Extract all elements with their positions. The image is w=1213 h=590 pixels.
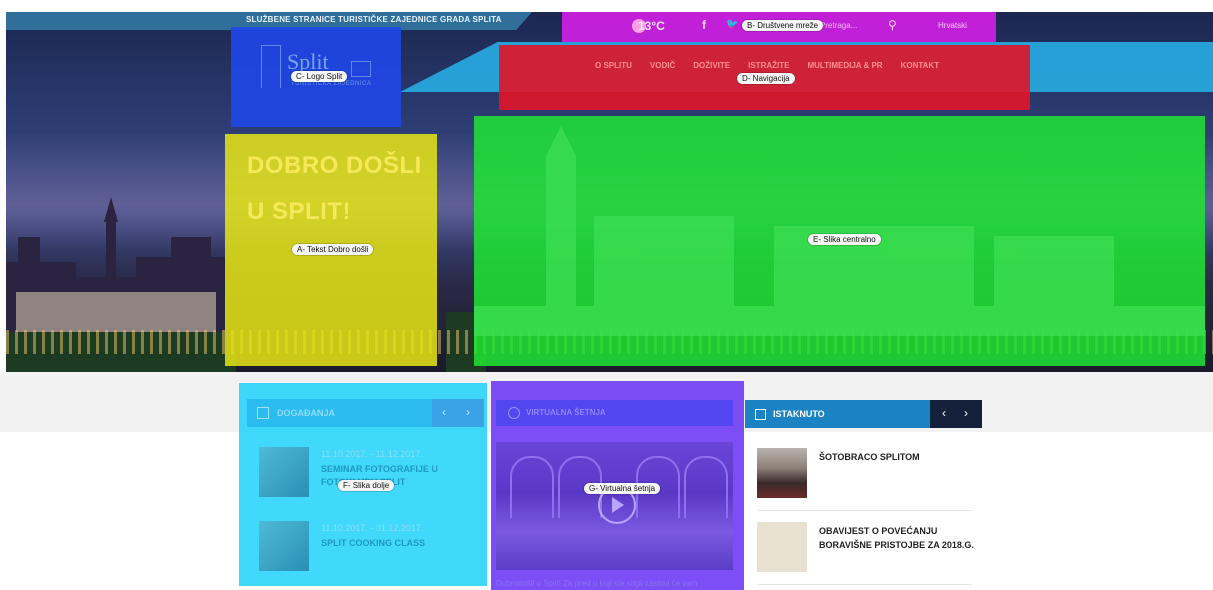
region-tag-events: F- Slika dolje: [338, 480, 395, 491]
virtual-tour-panorama[interactable]: [496, 442, 733, 570]
language-selector[interactable]: Hrvatski: [938, 21, 967, 30]
event-title[interactable]: SPLIT COOKING CLASS: [321, 537, 471, 550]
events-header: DOGAĐANJA ‹ ›: [247, 399, 484, 427]
nav-item-o-splitu[interactable]: O SPLITU: [595, 61, 632, 70]
divider: [757, 510, 972, 511]
featured-thumbnail[interactable]: [757, 448, 807, 498]
region-tag-navigation: D- Navigacija: [737, 73, 795, 84]
search-input[interactable]: Pretraga...: [820, 21, 857, 30]
nav-item-dozivite[interactable]: DOŽIVITE: [693, 61, 730, 70]
region-tag-central: E- Slika centralno: [808, 234, 881, 245]
virtual-tour-header: VIRTUALNA ŠETNJA: [496, 400, 733, 426]
nav-item-multimedija[interactable]: MULTIMEDIJA & PR: [807, 61, 882, 70]
event-thumbnail[interactable]: [259, 521, 309, 571]
search-icon[interactable]: ⚲: [888, 18, 897, 32]
events-next-button[interactable]: ›: [466, 405, 470, 419]
facebook-icon[interactable]: f: [702, 18, 706, 32]
globe-icon: [508, 407, 520, 419]
main-navigation: O SPLITU VODIČ DOŽIVITE ISTRAŽITE MULTIM…: [499, 45, 1030, 110]
featured-header: ISTAKNUTO: [745, 400, 930, 428]
featured-carousel-controls: ‹ ›: [930, 400, 982, 428]
logo-region[interactable]: Split TURISTIČKA ZAJEDNICA C- Logo Split: [231, 27, 401, 127]
nav-item-vodic[interactable]: VODIČ: [650, 61, 675, 70]
virtual-tour-widget: VIRTUALNA ŠETNJA Dobrodošli u Split! Za …: [491, 381, 744, 590]
central-image-region: E- Slika centralno: [474, 116, 1205, 366]
divider: [757, 584, 972, 585]
welcome-text-region: DOBRO DOŠLI U SPLIT! A- Tekst Dobro došl…: [225, 134, 437, 366]
event-date: 11.10.2017. - 31.12.2017.: [321, 523, 424, 533]
featured-next-button[interactable]: ›: [964, 406, 968, 420]
events-title: DOGAĐANJA: [277, 408, 336, 418]
event-date: 11.10.2017. - 11.12.2017.: [321, 449, 423, 459]
region-tag-social: B- Društvene mreže: [742, 20, 824, 31]
events-widget: DOGAĐANJA ‹ › 11.10.2017. - 11.12.2017. …: [239, 383, 487, 586]
welcome-heading-line1: DOBRO DOŠLI: [247, 152, 422, 179]
featured-widget: ISTAKNUTO ‹ › ŠOTOBRACO SPLITOM OBAVIJES…: [745, 400, 982, 590]
calendar-icon: [257, 407, 269, 419]
region-tag-logo: C- Logo Split: [291, 71, 348, 82]
featured-prev-button[interactable]: ‹: [942, 406, 946, 420]
virtual-tour-title: VIRTUALNA ŠETNJA: [526, 408, 606, 417]
arch-shape: [684, 456, 728, 518]
unesco-icon: [351, 61, 371, 77]
arch-shape: [510, 456, 554, 518]
welcome-heading-line2: U SPLIT!: [247, 198, 351, 225]
temperature: 13°C: [638, 19, 665, 33]
region-tag-welcome: A- Tekst Dobro došli: [292, 244, 374, 255]
event-thumbnail[interactable]: [259, 447, 309, 497]
events-carousel-controls: ‹ ›: [432, 399, 484, 427]
virtual-tour-caption: Dobrodošli u Split! Za pred u koji ste s…: [496, 579, 698, 588]
calendar-icon: [755, 409, 766, 420]
featured-title: ISTAKNUTO: [773, 409, 825, 419]
official-site-text: SLUŽBENE STRANICE TURISTIČKE ZAJEDNICE G…: [246, 15, 502, 24]
featured-item-title[interactable]: OBAVIJEST O POVEĆANJU BORAVIŠNE PRISTOJB…: [819, 524, 979, 552]
bell-tower-icon: [261, 45, 281, 88]
featured-thumbnail[interactable]: [757, 522, 807, 572]
nav-item-istrazite[interactable]: ISTRAŽITE: [748, 61, 789, 70]
twitter-icon[interactable]: 🐦: [726, 19, 738, 30]
events-prev-button[interactable]: ‹: [442, 405, 446, 419]
nav-item-kontakt[interactable]: KONTAKT: [901, 61, 940, 70]
featured-item-title[interactable]: ŠOTOBRACO SPLITOM: [819, 450, 979, 464]
region-tag-virtual: G- Virtualna šetnja: [584, 483, 661, 494]
social-bar: 13°C f 🐦 Pretraga... ⚲ Hrvatski B- Društ…: [562, 12, 996, 42]
